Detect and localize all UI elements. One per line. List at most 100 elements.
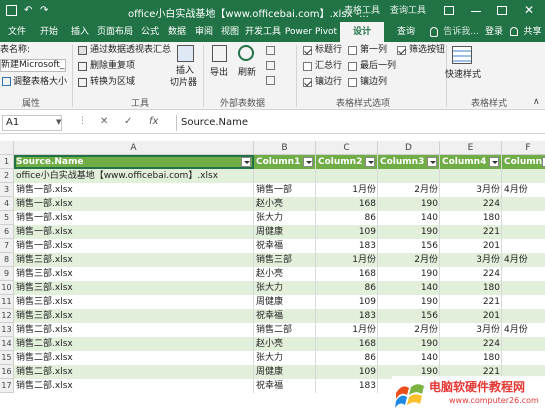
table-cell[interactable]: 4月份 [502,183,545,197]
tab-developer[interactable]: 开发工具 [243,22,283,42]
total-row-checkbox[interactable] [303,62,312,71]
table-cell[interactable]: 销售一部.xlsx [14,211,254,225]
redo-icon[interactable]: ↷ [40,5,48,16]
tab-file[interactable]: 文件 [2,22,32,42]
tab-power-pivot[interactable]: Power Pivot [284,22,338,42]
insert-slicer-label-1[interactable]: 插入 [176,65,194,77]
table-cell[interactable]: 销售二部.xlsx [14,351,254,365]
table-cell[interactable]: 赵小亮 [254,337,316,351]
table-cell[interactable]: 3月份 [440,323,502,337]
row-header[interactable]: 16 [0,365,14,379]
formula-input[interactable]: Source.Name [176,115,545,131]
collapse-ribbon-icon[interactable]: ∧ [533,97,540,107]
table-cell[interactable]: 140 [378,281,440,295]
table-cell[interactable]: 86 [316,351,378,365]
row-header[interactable]: 5 [0,211,14,225]
row-header[interactable]: 17 [0,379,14,393]
login-link[interactable]: 登录 [482,22,506,42]
table-cell[interactable]: 销售一部.xlsx [14,239,254,253]
column-header-e[interactable]: E [440,141,502,155]
table-cell[interactable]: 张大力 [254,351,316,365]
table-cell[interactable]: 销售三部.xlsx [14,295,254,309]
ribbon-display-icon[interactable] [444,6,454,15]
table-cell[interactable]: 190 [378,197,440,211]
tab-insert[interactable]: 插入 [66,22,94,42]
table-cell[interactable]: 3月份 [440,183,502,197]
table-cell[interactable]: 3月份 [440,253,502,267]
table-cell[interactable]: 156 [378,309,440,323]
table-cell[interactable]: 销售二部.xlsx [14,379,254,393]
table-cell[interactable]: 1月份 [316,323,378,337]
share-button[interactable]: 共享 [520,22,545,42]
table-cell[interactable]: 1月份 [316,253,378,267]
banded-rows-checkbox[interactable] [303,78,312,87]
table-cell[interactable]: 销售二部.xlsx [14,337,254,351]
table-cell[interactable]: 201 [440,239,502,253]
row-header[interactable]: 4 [0,197,14,211]
table-cell[interactable]: 销售一部.xlsx [14,225,254,239]
table-cell[interactable]: 销售三部.xlsx [14,309,254,323]
column-header-f[interactable]: F [502,141,545,155]
filter-dropdown-icon[interactable] [365,157,375,167]
table-cell[interactable]: 156 [378,239,440,253]
table-cell[interactable]: 周健康 [254,365,316,379]
tab-data[interactable]: 数据 [164,22,190,42]
table-cell[interactable]: 周健康 [254,225,316,239]
table-cell[interactable]: 86 [316,211,378,225]
table-cell[interactable]: 180 [440,351,502,365]
tab-query[interactable]: 查询 [386,22,426,42]
remove-duplicates-button[interactable]: 删除重复项 [90,60,135,72]
tab-formulas[interactable]: 公式 [137,22,163,42]
table-cell[interactable]: 销售一部.xlsx [14,183,254,197]
open-browser-icon[interactable] [266,61,275,70]
table-cell[interactable]: 168 [316,337,378,351]
refresh-button[interactable]: 刷新 [238,67,256,79]
table-cell[interactable]: 109 [316,365,378,379]
table-cell[interactable]: 190 [378,267,440,281]
table-cell[interactable]: 183 [316,379,378,393]
row-header[interactable]: 14 [0,337,14,351]
row-header[interactable]: 2 [0,169,14,183]
name-box-dropdown-icon[interactable]: ▼ [56,118,61,126]
table-cell[interactable]: 86 [316,281,378,295]
row-header[interactable]: 15 [0,351,14,365]
table-cell[interactable]: 180 [440,211,502,225]
header-row-checkbox[interactable] [303,46,312,55]
tab-view[interactable]: 视图 [217,22,243,42]
table-cell[interactable]: 销售一部.xlsx [14,197,254,211]
column-header-d[interactable]: D [378,141,440,155]
tab-home[interactable]: 开始 [34,22,64,42]
table-cell[interactable]: 销售三部.xlsx [14,253,254,267]
column-header-a[interactable]: A [14,141,254,155]
row-header[interactable]: 1 [0,155,14,169]
row-header[interactable]: 12 [0,309,14,323]
table-cell[interactable]: 销售二部 [254,323,316,337]
table-cell[interactable]: 张大力 [254,281,316,295]
unlink-icon[interactable] [266,76,275,85]
summarize-pivot-button[interactable]: 通过数据透视表汇总 [90,44,171,56]
export-button[interactable]: 导出 [210,67,228,79]
table-cell[interactable]: 221 [440,225,502,239]
close-icon[interactable]: ✕ [524,3,534,17]
table-cell[interactable]: 190 [378,225,440,239]
insert-function-icon[interactable]: fx [149,116,158,127]
row-header[interactable]: 8 [0,253,14,267]
filter-dropdown-icon[interactable] [489,157,499,167]
table-header-cell[interactable]: Column5 [502,155,545,169]
table-cell[interactable]: 4月份 [502,323,545,337]
tab-page-layout[interactable]: 页面布局 [95,22,135,42]
table-cell[interactable]: 109 [316,225,378,239]
filter-dropdown-icon[interactable] [303,157,313,167]
table-cell[interactable]: 2月份 [378,183,440,197]
quick-styles-button[interactable]: 快速样式 [445,69,481,81]
select-all-corner[interactable] [0,141,14,155]
table-cell[interactable]: 190 [378,295,440,309]
table-cell[interactable]: 祝幸福 [254,239,316,253]
table-cell[interactable]: 销售一部 [254,183,316,197]
insert-slicer-label-2[interactable]: 切片器 [170,77,197,89]
table-cell[interactable]: 销售三部.xlsx [14,267,254,281]
table-cell[interactable]: 224 [440,197,502,211]
column-header-c[interactable]: C [316,141,378,155]
filter-button-checkbox[interactable] [397,46,406,55]
table-cell[interactable]: 140 [378,211,440,225]
